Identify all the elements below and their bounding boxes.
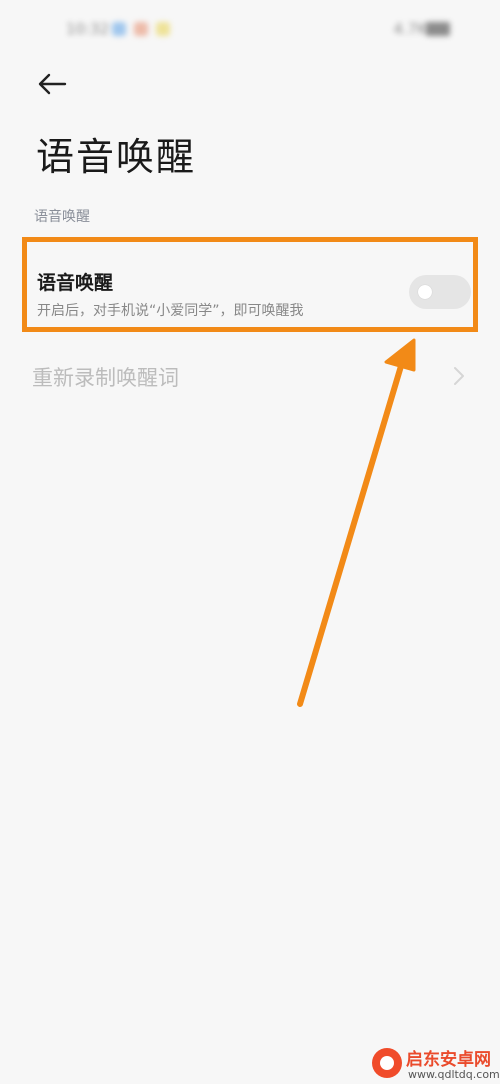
- site-watermark: 启东安卓网 www.qdltdq.com: [368, 1044, 500, 1084]
- watermark-name: 启东安卓网: [406, 1050, 491, 1070]
- annotation-arrow: [297, 338, 416, 707]
- site-logo-icon: [372, 1048, 402, 1078]
- watermark-url: www.qdltdq.com: [408, 1068, 500, 1081]
